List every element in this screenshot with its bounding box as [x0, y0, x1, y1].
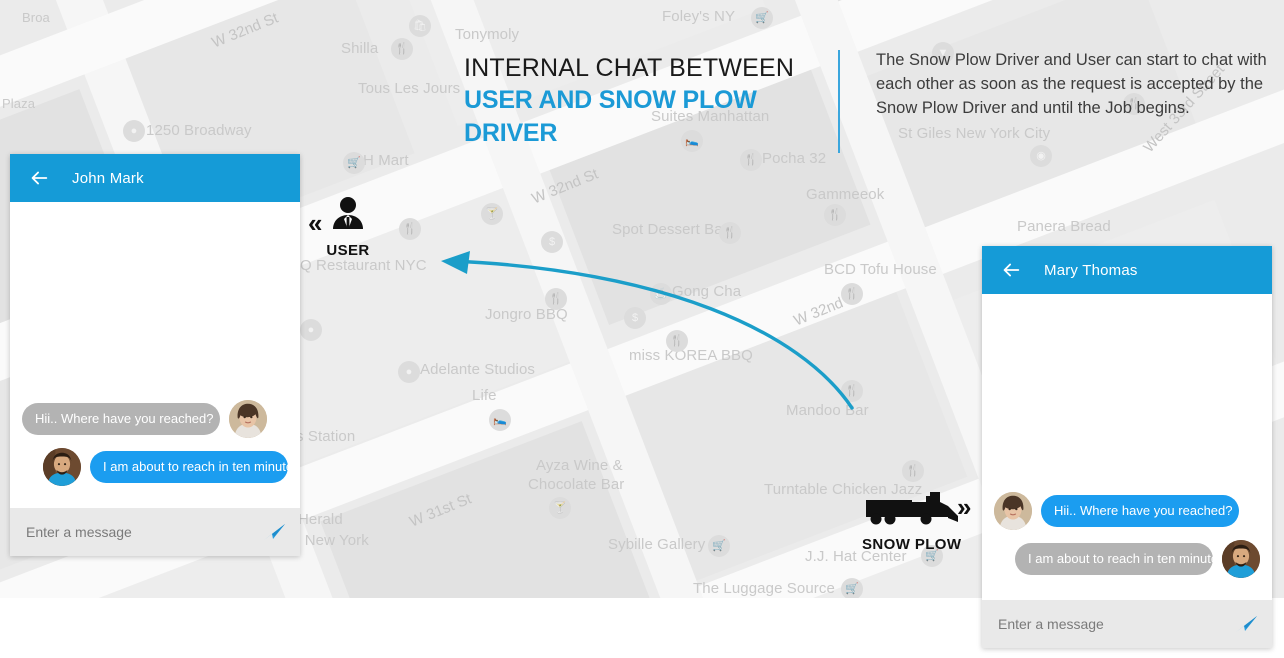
- map-poi-label: Spot Dessert Bar: [612, 221, 728, 238]
- poi-shop-icon: 🛒: [841, 578, 863, 598]
- map-poi-label: Tous Les Jours: [358, 80, 461, 97]
- map-poi-label: Mandoo Bar: [786, 402, 869, 419]
- send-paper-plane-icon[interactable]: [262, 520, 286, 544]
- user-person-icon: [333, 197, 363, 230]
- map-poi-label: Ayza Wine &: [536, 457, 623, 474]
- map-poi-label: Gong Cha: [672, 283, 742, 300]
- map-poi-label: BCD Tofu House: [824, 261, 937, 278]
- avatar: [994, 492, 1032, 530]
- poi-restaurant-icon: 🍴: [740, 149, 762, 171]
- poi-marker-icon: ◉: [1030, 145, 1052, 167]
- map-poi-label: Pocha 32: [762, 150, 827, 167]
- poi-marker-icon: ●: [398, 361, 420, 383]
- map-poi-label: Tonymoly: [455, 26, 520, 43]
- poi-bar-icon: 🍸: [549, 497, 571, 519]
- chat-left-messages: Hii.. Where have you reached? I am about…: [10, 202, 300, 508]
- page-description: The Snow Plow Driver and User can start …: [876, 51, 1267, 117]
- chat-bubble: I am about to reach in ten minutes..: [90, 451, 300, 483]
- snow-plow-truck-icon: [865, 492, 958, 525]
- map-poi-label: miss KOREA BBQ: [629, 347, 753, 364]
- chat-right-input-bar[interactable]: [982, 600, 1272, 648]
- poi-cafe-icon: ☕: [650, 283, 672, 305]
- back-arrow-icon[interactable]: [28, 167, 50, 189]
- poi-shop-icon: 🛒: [708, 535, 730, 557]
- poi-restaurant-icon: 🍴: [841, 283, 863, 305]
- title-divider: [838, 50, 840, 153]
- poi-shop-icon: 🛒: [343, 152, 365, 174]
- map-poi-label: Chocolate Bar: [528, 476, 625, 493]
- user-marker[interactable]: USER: [326, 196, 370, 259]
- poi-restaurant-icon: 🍴: [399, 218, 421, 240]
- poi-restaurant-icon: 🍴: [902, 460, 924, 482]
- chat-panel-right[interactable]: Mary Thomas Hii.. Where have you reached…: [982, 246, 1272, 648]
- poi-restaurant-icon: 🍴: [545, 288, 567, 310]
- chat-right-messages: Hii.. Where have you reached? I am about…: [982, 294, 1272, 600]
- poi-bar-icon: 🍸: [481, 203, 503, 225]
- chat-left-header: John Mark: [10, 154, 300, 202]
- page-title-line2: USER AND SNOW PLOW DRIVER: [464, 86, 757, 147]
- map-poi-label: St Giles New York City: [898, 125, 1051, 142]
- avatar: [43, 448, 81, 486]
- chat-right-header: Mary Thomas: [982, 246, 1272, 294]
- map-poi-label: Plaza: [2, 96, 36, 111]
- map-poi-label: Foley's NY: [662, 8, 736, 25]
- poi-restaurant-icon: 🍴: [391, 38, 413, 60]
- poi-restaurant-icon: 🍴: [841, 380, 863, 402]
- map-poi-label: Herald: [298, 511, 343, 528]
- map-poi-label: e New York: [292, 532, 369, 549]
- chat-panel-left[interactable]: John Mark Hii.. Where have you reached?: [10, 154, 300, 556]
- snow-plow-marker-label: SNOW PLOW: [862, 536, 962, 553]
- poi-marker-icon: ●: [123, 120, 145, 142]
- chat-right-title: Mary Thomas: [1044, 261, 1138, 279]
- avatar: [1222, 540, 1260, 578]
- map-poi-label: Life: [472, 387, 497, 404]
- poi-restaurant-icon: 🍴: [719, 222, 741, 244]
- poi-shop-icon: 🛒: [751, 7, 773, 29]
- poi-shop-icon: 🛍: [409, 15, 431, 37]
- message-input[interactable]: [998, 616, 1234, 632]
- snow-plow-marker[interactable]: SNOW PLOW: [862, 492, 961, 553]
- chat-message-row: I am about to reach in ten minutes..: [994, 540, 1260, 578]
- back-arrow-icon[interactable]: [1000, 259, 1022, 281]
- map-poi-label: Shilla: [341, 40, 379, 57]
- page-title: INTERNAL CHAT BETWEEN USER AND SNOW PLOW…: [464, 52, 824, 150]
- map-poi-label: s Station: [296, 428, 356, 445]
- chat-bubble: Hii.. Where have you reached?: [1041, 495, 1239, 527]
- screenshot-root: Broa Plaza 1250 Broadway Shilla Tonymoly Tous…: [0, 0, 1284, 658]
- poi-bank-icon: $: [541, 231, 563, 253]
- message-input[interactable]: [26, 524, 262, 540]
- poi-marker-icon: ●: [300, 319, 322, 341]
- map-poi-label: Gammeeok: [806, 186, 885, 203]
- map-poi-label: H Mart: [363, 152, 409, 169]
- avatar: [229, 400, 267, 438]
- map-poi-label: Panera Bread: [1017, 218, 1111, 235]
- poi-restaurant-icon: 🍴: [824, 204, 846, 226]
- map-poi-label: Q Restaurant NYC: [300, 257, 427, 274]
- chat-bubble: I am about to reach in ten minutes..: [1015, 543, 1232, 575]
- poi-hotel-icon: 🛌: [489, 409, 511, 431]
- chat-message-row: I am about to reach in ten minutes..: [22, 448, 300, 486]
- map-poi-label: Adelante Studios: [420, 361, 536, 378]
- map-poi-label: The Luggage Source: [693, 580, 835, 597]
- map-poi-label: Broa: [22, 10, 50, 25]
- map-poi-label: Sybille Gallery: [608, 536, 706, 553]
- chat-message-row: Hii.. Where have you reached?: [994, 492, 1260, 530]
- page-title-line1: INTERNAL CHAT BETWEEN: [464, 54, 795, 82]
- poi-restaurant-icon: 🍴: [666, 330, 688, 352]
- chat-left-input-bar[interactable]: [10, 508, 300, 556]
- chat-left-title: John Mark: [72, 169, 144, 187]
- send-paper-plane-icon[interactable]: [1234, 612, 1258, 636]
- chat-bubble: Hii.. Where have you reached?: [22, 403, 220, 435]
- map-poi-label: 1250 Broadway: [146, 122, 252, 139]
- chat-message-row: Hii.. Where have you reached?: [22, 400, 288, 438]
- user-chevron-icon: «: [308, 208, 323, 238]
- poi-bank-icon: $: [624, 307, 646, 329]
- user-marker-label: USER: [326, 242, 370, 259]
